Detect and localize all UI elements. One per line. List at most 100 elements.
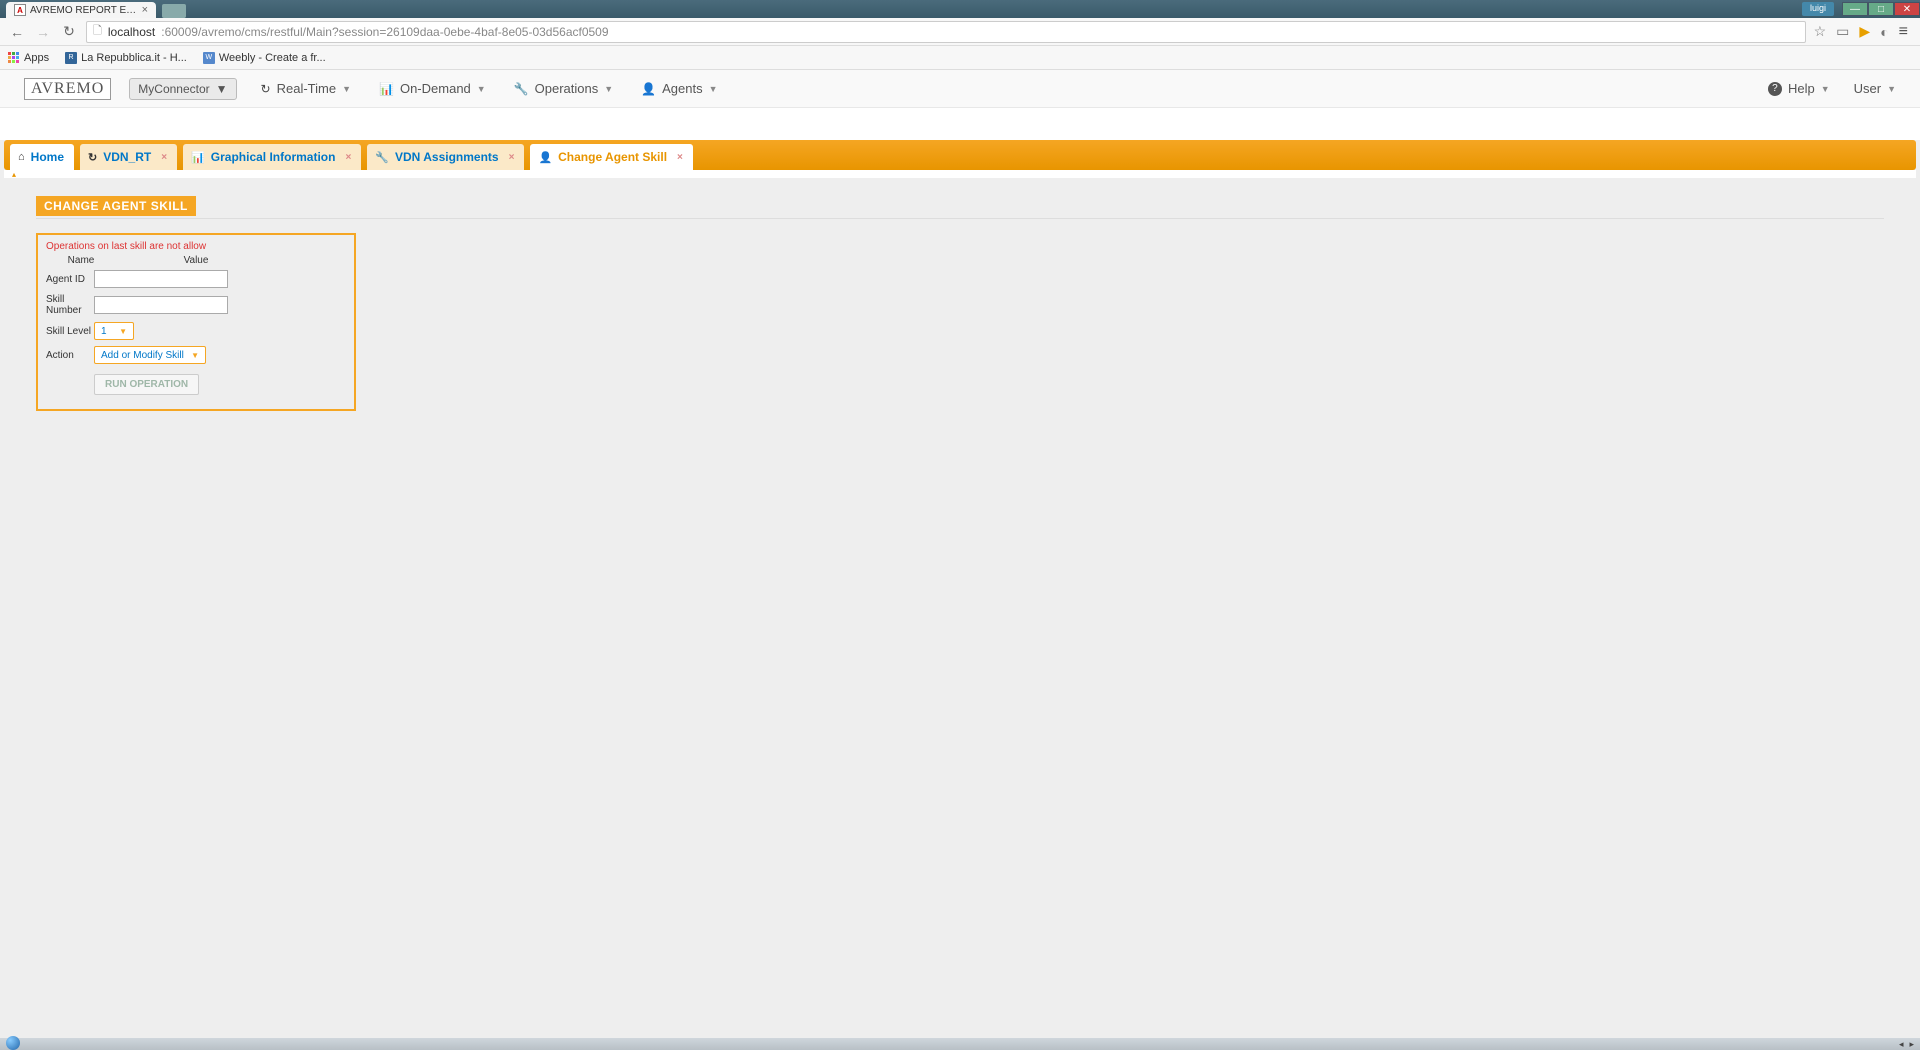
help-icon: ? (1768, 82, 1782, 96)
refresh-icon: ↻ (261, 82, 271, 96)
chevron-down-icon: ▼ (477, 84, 486, 94)
close-tab-icon[interactable]: × (509, 152, 515, 163)
present-icon[interactable]: ▭ (1836, 23, 1849, 40)
chart-icon: 📊 (191, 151, 205, 164)
close-tab-icon[interactable]: × (161, 152, 167, 163)
extension-icon[interactable]: ◐ (1880, 24, 1888, 40)
collapse-handle[interactable]: ▴ (4, 170, 1916, 178)
menu-label: On-Demand (400, 81, 471, 96)
bookmarks-bar: Apps R La Repubblica.it - H... W Weebly … (0, 46, 1920, 70)
chevron-down-icon: ▼ (342, 84, 351, 94)
page-icon: 🗋 (93, 22, 102, 41)
forward-button[interactable]: → (34, 24, 52, 40)
menu-label: Real-Time (277, 81, 336, 96)
wrench-icon: 🔧 (514, 82, 529, 96)
app-navbar: AVREMO MyConnector ▼ ↻ Real-Time ▼ 📊 On-… (0, 70, 1920, 108)
browser-tab-title: AVREMO REPORT EXPLORER (30, 5, 138, 16)
user-icon: 👤 (538, 151, 552, 164)
bookmark-item[interactable]: R La Repubblica.it - H... (65, 52, 187, 64)
chrome-menu-icon[interactable]: ≡ (1899, 23, 1908, 41)
window-controls: luigi — □ ✕ (1802, 2, 1920, 16)
row-skill-level: Skill Level 1 ▼ (46, 322, 346, 340)
app-logo[interactable]: AVREMO (24, 78, 111, 100)
skill-level-value: 1 (101, 326, 107, 337)
header-value: Value (116, 255, 346, 266)
menu-operations[interactable]: 🔧 Operations ▼ (514, 81, 613, 96)
spacer (0, 108, 1920, 140)
bookmark-label: La Repubblica.it - H... (81, 52, 187, 64)
bookmark-item[interactable]: W Weebly - Create a fr... (203, 52, 326, 64)
bookmark-favicon-icon: W (203, 52, 215, 64)
tab-label: Change Agent Skill (558, 150, 667, 164)
bookmark-label: Weebly - Create a fr... (219, 52, 326, 64)
chevron-down-icon: ▼ (119, 327, 127, 336)
refresh-icon: ↻ (88, 151, 97, 164)
skill-level-label: Skill Level (46, 326, 94, 337)
wrench-icon: 🔧 (375, 151, 389, 164)
user-icon: 👤 (641, 82, 656, 96)
action-label: Action (46, 350, 94, 361)
menu-user[interactable]: User ▼ (1854, 81, 1896, 96)
scroll-left-icon[interactable]: ◂ (1899, 1039, 1904, 1050)
tab-home[interactable]: ⌂ Home (10, 144, 74, 170)
user-badge[interactable]: luigi (1802, 2, 1834, 16)
tab-vdn-rt[interactable]: ↻ VDN_RT × (80, 144, 177, 170)
apps-icon (8, 52, 20, 64)
menu-ondemand[interactable]: 📊 On-Demand ▼ (379, 81, 486, 96)
apps-shortcut[interactable]: Apps (8, 52, 49, 64)
address-right-icons: ☆ ▭ ▶ ◐ ≡ (1814, 23, 1912, 41)
row-action: Action Add or Modify Skill ▼ (46, 346, 346, 364)
dropdown-caret-icon: ▼ (216, 82, 228, 96)
row-skill-number: Skill Number (46, 294, 346, 316)
tab-graphical-info[interactable]: 📊 Graphical Information × (183, 144, 361, 170)
content-area: CHANGE AGENT SKILL Operations on last sk… (0, 178, 1920, 429)
window-titlebar: A AVREMO REPORT EXPLORER × luigi — □ ✕ (0, 0, 1920, 18)
menu-right: ? Help ▼ User ▼ (1768, 81, 1896, 96)
menu-agents[interactable]: 👤 Agents ▼ (641, 81, 717, 96)
run-operation-button[interactable]: RUN OPERATION (94, 374, 199, 395)
close-window-button[interactable]: ✕ (1894, 2, 1920, 16)
skill-number-label: Skill Number (46, 294, 94, 316)
maximize-button[interactable]: □ (1868, 2, 1894, 16)
chevron-down-icon: ▼ (709, 84, 718, 94)
star-icon[interactable]: ☆ (1814, 23, 1827, 40)
minimize-button[interactable]: — (1842, 2, 1868, 16)
title-divider (36, 218, 1884, 219)
tab-label: Home (31, 150, 64, 164)
address-bar-row: ← → ↻ 🗋 localhost:60009/avremo/cms/restf… (0, 18, 1920, 46)
taskbar: ◂ ▸ (0, 1038, 1920, 1050)
tab-change-agent-skill[interactable]: 👤 Change Agent Skill × (530, 144, 692, 170)
chevron-down-icon: ▼ (1887, 84, 1896, 94)
agent-id-label: Agent ID (46, 274, 94, 285)
tab-vdn-assignments[interactable]: 🔧 VDN Assignments × (367, 144, 524, 170)
close-tab-icon[interactable]: × (142, 4, 148, 16)
menu-help[interactable]: ? Help ▼ (1768, 81, 1830, 96)
chevron-down-icon: ▼ (191, 351, 199, 360)
url-path: :60009/avremo/cms/restful/Main?session=2… (161, 25, 608, 39)
menu-label: Help (1788, 81, 1815, 96)
url-bar[interactable]: 🗋 localhost:60009/avremo/cms/restful/Mai… (86, 21, 1806, 43)
workspace-tabs: ⌂ Home ↻ VDN_RT × 📊 Graphical Informatio… (4, 140, 1916, 170)
action-select[interactable]: Add or Modify Skill ▼ (94, 346, 206, 364)
change-agent-skill-form: Operations on last skill are not allow N… (36, 233, 356, 411)
back-button[interactable]: ← (8, 24, 26, 40)
skill-number-input[interactable] (94, 296, 228, 314)
browser-tab[interactable]: A AVREMO REPORT EXPLORER × (6, 2, 156, 18)
main-menu: ↻ Real-Time ▼ 📊 On-Demand ▼ 🔧 Operations… (261, 81, 1768, 96)
close-tab-icon[interactable]: × (345, 152, 351, 163)
agent-id-input[interactable] (94, 270, 228, 288)
close-tab-icon[interactable]: × (677, 152, 683, 163)
action-value: Add or Modify Skill (101, 350, 184, 361)
scroll-right-icon[interactable]: ▸ (1909, 1039, 1914, 1050)
warning-text: Operations on last skill are not allow (46, 241, 346, 252)
favicon-icon: A (14, 4, 26, 16)
header-name: Name (46, 255, 116, 266)
reload-button[interactable]: ↻ (60, 23, 78, 40)
menu-realtime[interactable]: ↻ Real-Time ▼ (261, 81, 351, 96)
chevron-down-icon: ▼ (1821, 84, 1830, 94)
play-icon[interactable]: ▶ (1859, 23, 1870, 40)
new-tab-button[interactable] (162, 4, 186, 18)
skill-level-select[interactable]: 1 ▼ (94, 322, 134, 340)
connector-select[interactable]: MyConnector ▼ (129, 78, 236, 100)
start-orb-icon[interactable] (6, 1036, 20, 1050)
